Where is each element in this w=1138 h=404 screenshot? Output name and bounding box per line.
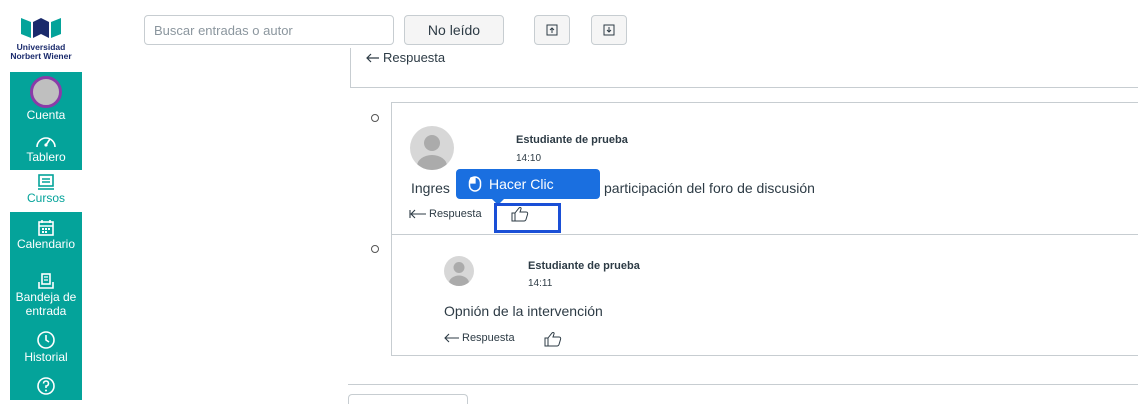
- nav-label-inbox-line2: entrada: [25, 304, 67, 318]
- unread-filter-button[interactable]: No leído: [404, 15, 504, 45]
- nav-label-inbox-line1: Bandeja de: [15, 290, 77, 304]
- courses-icon: [38, 174, 54, 190]
- nav-item-history[interactable]: Historial: [10, 330, 82, 370]
- help-icon: [37, 377, 55, 395]
- reply-arrow-icon: [366, 53, 379, 62]
- entry-message-start: Ingres: [411, 180, 450, 196]
- user-placeholder-icon: [417, 135, 447, 170]
- history-icon: [37, 331, 55, 349]
- collapse-icon: [546, 24, 558, 36]
- avatar: [410, 126, 454, 170]
- like-highlight-box: [494, 203, 561, 233]
- reply-label: Respuesta: [462, 332, 515, 344]
- avatar: [444, 256, 474, 286]
- expand-all-button[interactable]: [591, 15, 627, 45]
- entry-author[interactable]: Estudiante de prueba: [528, 260, 640, 272]
- previous-entry-frame: [350, 48, 1138, 88]
- click-hint-tooltip: Hacer Clic: [456, 169, 600, 205]
- calendar-icon: [38, 220, 54, 236]
- thread-bullet: [371, 114, 379, 122]
- bottom-button[interactable]: [348, 394, 468, 404]
- collapse-all-button[interactable]: [534, 15, 570, 45]
- nav-item-account[interactable]: Cuenta: [10, 76, 82, 122]
- inbox-icon: [38, 273, 54, 289]
- reply-link[interactable]: Respuesta: [444, 332, 515, 344]
- nav-label-courses: Cursos: [26, 191, 65, 205]
- like-button[interactable]: [544, 331, 562, 352]
- nav-label-history: Historial: [24, 350, 68, 364]
- mouse-icon: [468, 176, 482, 192]
- expand-icon: [603, 24, 615, 36]
- section-divider: [348, 384, 1138, 385]
- book-logo-icon: [21, 18, 61, 38]
- global-navigation: Universidad Norbert Wiener Cuenta Tabler…: [0, 0, 82, 400]
- nav-item-inbox[interactable]: Bandeja de entrada: [10, 272, 82, 322]
- reply-link-top[interactable]: Respuesta: [366, 50, 445, 65]
- nav-item-courses[interactable]: Cursos: [10, 170, 82, 212]
- entry-author[interactable]: Estudiante de prueba: [516, 134, 628, 146]
- nav-label-dashboard: Tablero: [26, 150, 66, 164]
- logo-text-line2: Norbert Wiener: [10, 51, 72, 61]
- reply-link[interactable]: Respuesta: [409, 208, 482, 220]
- entry-message-end: participación del foro de discusión: [604, 180, 815, 196]
- nav-item-calendar[interactable]: Calendario: [10, 219, 82, 259]
- nav-label-calendar: Calendario: [16, 237, 76, 251]
- nav-item-dashboard[interactable]: Tablero: [10, 132, 82, 172]
- entry-timestamp: 14:10: [516, 153, 542, 164]
- nav-label-account: Cuenta: [26, 108, 66, 122]
- thumbs-up-icon: [544, 331, 562, 347]
- reply-label: Respuesta: [429, 208, 482, 220]
- reply-arrow-icon: [409, 209, 426, 219]
- nav-item-help[interactable]: [10, 376, 82, 400]
- user-placeholder-icon: [449, 262, 469, 286]
- dashboard-icon: [36, 137, 56, 148]
- entry-message: Opnión de la intervención: [444, 303, 603, 319]
- reply-label: Respuesta: [383, 50, 446, 65]
- avatar-icon: [30, 76, 62, 108]
- entry-timestamp: 14:11: [528, 278, 553, 289]
- search-input[interactable]: [144, 15, 394, 45]
- thread-bullet: [371, 245, 379, 253]
- university-logo[interactable]: Universidad Norbert Wiener: [0, 0, 82, 70]
- tooltip-label: Hacer Clic: [489, 176, 554, 192]
- discussion-toolbar: No leído: [130, 0, 1138, 48]
- reply-arrow-icon: [444, 333, 459, 343]
